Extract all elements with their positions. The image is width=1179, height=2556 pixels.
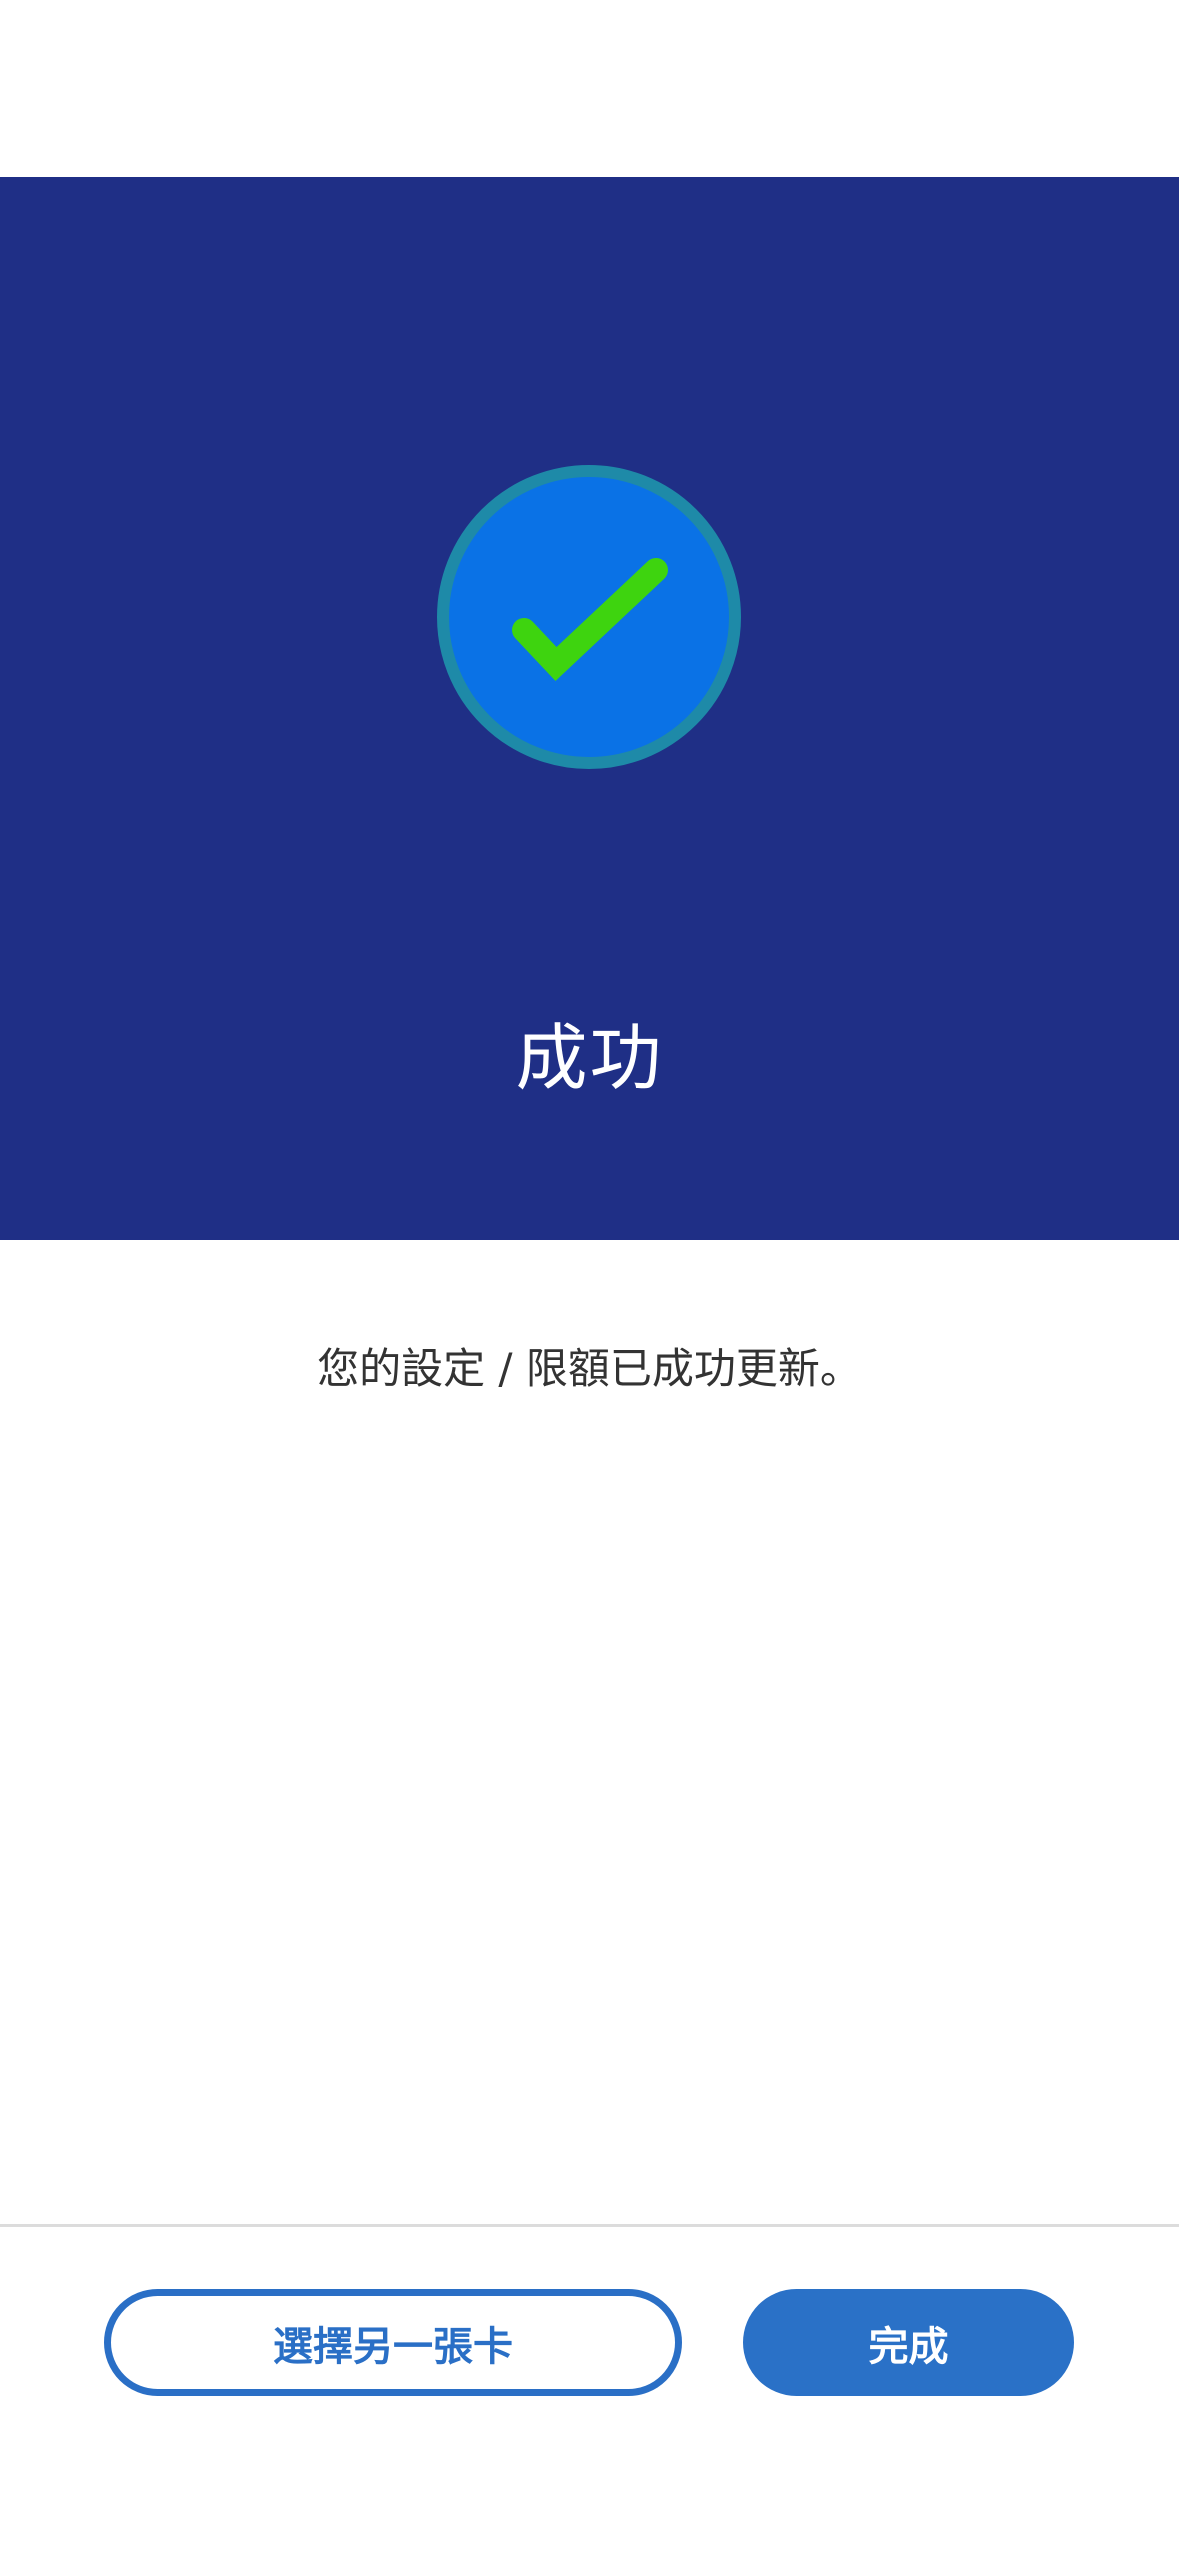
checkmark-circle-icon (436, 464, 742, 770)
success-banner: 成功 (0, 177, 1179, 1240)
success-message: 您的設定 / 限額已成功更新。 (317, 1344, 862, 1393)
success-screen: 成功 您的設定 / 限額已成功更新。 選擇另一張卡 完成 (0, 0, 1179, 2556)
status-bar-area (0, 0, 1179, 177)
success-title: 成功 (515, 1016, 664, 1101)
footer-divider (0, 2224, 1179, 2227)
done-button[interactable]: 完成 (743, 2289, 1074, 2396)
choose-another-card-button[interactable]: 選擇另一張卡 (104, 2289, 682, 2396)
